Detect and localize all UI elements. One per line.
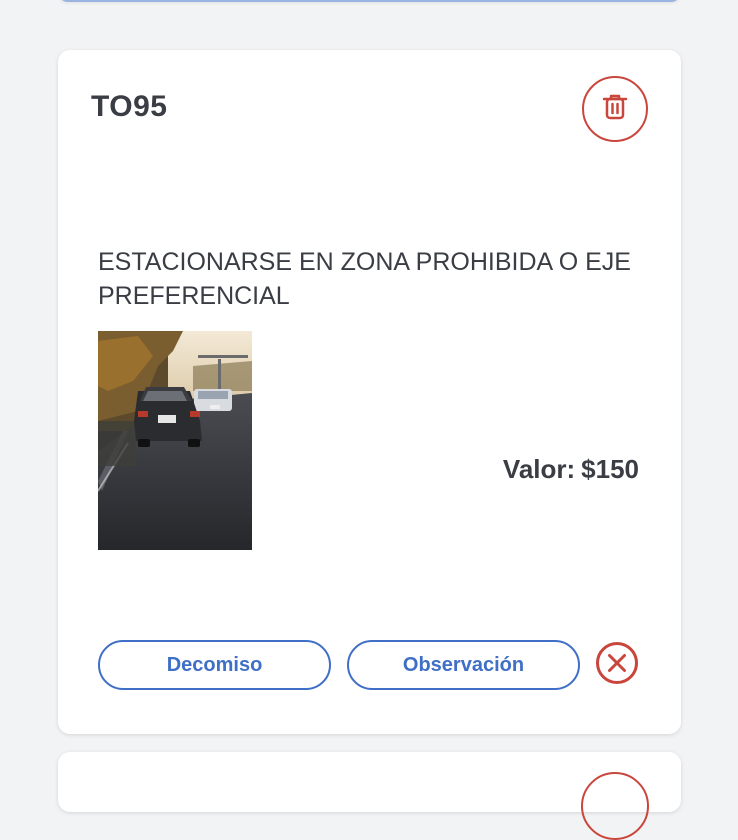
next-card [58,752,681,840]
infraction-card: TO95 ESTACIONARSE EN ZONA PROHIBIDA O EJ… [58,50,681,734]
close-circle-icon [595,641,639,690]
previous-card [58,0,681,2]
decomiso-button[interactable]: Decomiso [98,640,331,690]
next-card-delete-icon [581,772,649,840]
observacion-button[interactable]: Observación [347,640,580,690]
evidence-photo[interactable] [98,331,252,550]
infraction-description: ESTACIONARSE EN ZONA PROHIBIDA O EJE PRE… [98,248,631,310]
fine-amount-value: $150 [581,454,639,484]
delete-button[interactable] [582,76,648,142]
fine-amount: Valor: $150 [503,454,639,485]
cancel-button[interactable] [595,641,639,690]
trash-icon [601,92,629,127]
infraction-code: TO95 [91,90,168,123]
fine-amount-label: Valor: [502,454,576,484]
